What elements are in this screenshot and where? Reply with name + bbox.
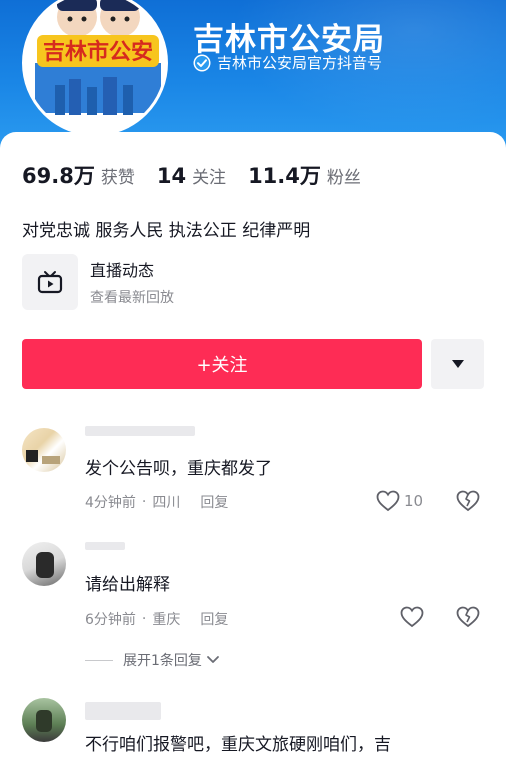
broken-heart-icon [456,490,480,512]
dislike-button[interactable] [456,490,480,512]
live-tile [22,254,78,310]
expand-divider [85,659,113,661]
stat-likes[interactable]: 69.8万 获赞 [22,160,135,190]
caret-down-icon [451,360,464,368]
live-subtitle: 查看最新回放 [90,290,174,306]
commenter-name-redacted [85,702,161,720]
live-title: 直播动态 [90,261,155,280]
live-section[interactable]: 直播动态 查看最新回放 [22,254,174,310]
heart-icon [376,490,400,512]
profile-card: 69.8万 获赞 14 关注 11.4万 粉丝 对党忠诚 服务人民 执法公正 纪… [0,132,506,758]
reply-button[interactable]: 回复 [200,609,228,629]
like-button[interactable]: 10 [376,490,423,512]
comment-time: 4分钟前 [85,495,136,511]
more-options-button[interactable] [431,339,484,389]
reply-button[interactable]: 回复 [200,492,228,512]
comment-meta: 6分钟前 · 重庆 回复 [85,609,229,629]
stat-following-label: 关注 [192,168,227,188]
like-count: 10 [404,492,424,510]
commenter-name-redacted [85,542,125,550]
dislike-button[interactable] [456,606,480,628]
comment-meta: 4分钟前 · 四川 回复 [85,492,229,512]
commenter-avatar[interactable] [22,428,66,472]
comment-text: 请给出解释 [85,575,170,595]
stat-likes-label: 获赞 [100,168,135,188]
profile-stats: 69.8万 获赞 14 关注 11.4万 粉丝 [22,160,383,190]
avatar-badge-text: 吉林市公安 [43,39,153,65]
expand-replies[interactable]: 展开1条回复 [85,650,220,670]
commenter-avatar[interactable] [22,542,66,586]
stat-followers[interactable]: 11.4万 粉丝 [248,160,361,190]
broken-heart-icon [456,606,480,628]
tv-icon [37,271,63,294]
stat-following-count: 14 [156,164,187,188]
stat-likes-count: 69.8万 [22,164,95,188]
verification-badge: 吉林市公安局官方抖音号 [193,52,382,73]
stat-followers-count: 11.4万 [248,164,321,188]
comment-location: 重庆 [152,612,181,628]
expand-replies-label: 展开1条回复 [123,653,202,669]
comment-text: 发个公告呗，重庆都发了 [85,459,272,479]
follow-button[interactable]: +关注 [22,339,422,389]
comment-item: 请给出解释 6分钟前 · 重庆 回复 [0,540,506,650]
comment-item: 不行咱们报警吧，重庆文旅硬刚咱们，吉 [0,688,506,758]
comment-item: 发个公告呗，重庆都发了 4分钟前 · 四川 回复 10 [0,422,506,532]
stat-followers-label: 粉丝 [326,168,361,188]
verification-text: 吉林市公安局官方抖音号 [217,54,383,72]
like-button[interactable] [400,606,424,628]
stat-following[interactable]: 14 关注 [157,163,226,188]
chevron-down-icon [207,656,219,663]
commenter-avatar[interactable] [22,698,66,742]
comment-text: 不行咱们报警吧，重庆文旅硬刚咱们，吉 [85,735,391,755]
comment-time: 6分钟前 [85,612,136,628]
heart-icon [400,606,424,628]
verified-check-icon [193,54,211,71]
commenter-name-redacted [85,426,195,436]
comment-location: 四川 [152,495,181,511]
profile-bio: 对党忠诚 服务人民 执法公正 纪律严明 [22,221,311,241]
